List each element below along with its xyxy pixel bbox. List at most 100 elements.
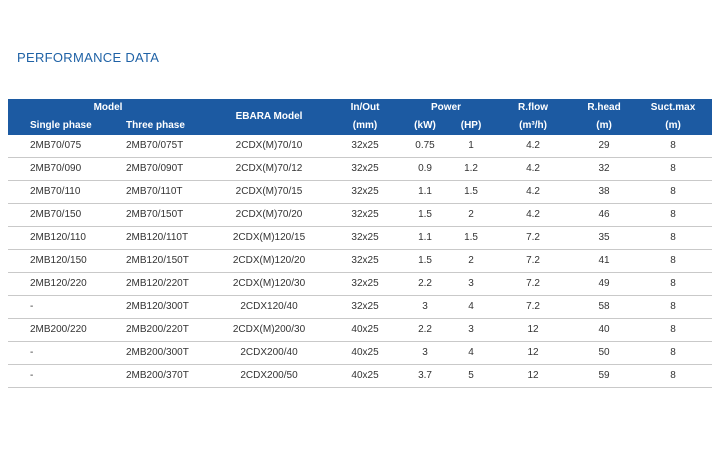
rflow-cell: 4.2: [492, 180, 575, 204]
in-out-cell: 40x25: [330, 318, 401, 342]
rflow-cell: 12: [492, 341, 575, 365]
suct-max-cell: 8: [634, 157, 713, 181]
suct-max-cell: 8: [634, 226, 713, 250]
power-hp-cell: 1.2: [450, 157, 493, 181]
header-rhead: R.head: [574, 99, 635, 117]
header-ebara-model: EBARA Model: [208, 99, 331, 135]
power-kw-cell: 3.7: [400, 364, 451, 388]
power-kw-cell: 0.9: [400, 157, 451, 181]
in-out-cell: 32x25: [330, 157, 401, 181]
ebara-model-cell: 2CDX(M)200/30: [208, 318, 331, 342]
rflow-cell: 12: [492, 318, 575, 342]
rhead-cell: 49: [574, 272, 635, 296]
single-phase-cell: 2MB120/220: [8, 272, 106, 296]
power-kw-cell: 3: [400, 341, 451, 365]
three-phase-cell: 2MB70/090T: [106, 157, 209, 181]
table-row: -2MB200/370T 2CDX200/50 40x25 3.7 5 12 59 8: [8, 364, 713, 388]
ebara-model-cell: 2CDX(M)70/15: [208, 180, 331, 204]
ebara-model-cell: 2CDX200/40: [208, 341, 331, 365]
suct-max-cell: 8: [634, 135, 713, 158]
three-phase-cell: 2MB200/300T: [106, 341, 209, 365]
power-kw-cell: 1.5: [400, 203, 451, 227]
suct-max-cell: 8: [634, 318, 713, 342]
rflow-cell: 12: [492, 364, 575, 388]
table-row: -2MB120/300T 2CDX120/40 32x25 3 4 7.2 58 8: [8, 295, 713, 319]
header-rhead-unit: (m): [574, 117, 635, 135]
page-title: PERFORMANCE DATA: [17, 50, 160, 65]
power-kw-cell: 1.1: [400, 226, 451, 250]
single-phase-cell: 2MB70/090: [8, 157, 106, 181]
ebara-model-cell: 2CDX(M)70/12: [208, 157, 331, 181]
rflow-cell: 4.2: [492, 203, 575, 227]
header-suct-max: Suct.max: [634, 99, 713, 117]
three-phase-cell: 2MB120/300T: [106, 295, 209, 319]
power-kw-cell: 1.5: [400, 249, 451, 273]
table-row: 2MB120/150 2MB120/150T 2CDX(M)120/20 32x25 1…: [8, 249, 713, 273]
table-row: 2MB120/110 2MB120/110T 2CDX(M)120/15 32x25 1…: [8, 226, 713, 250]
rhead-cell: 40: [574, 318, 635, 342]
table-row: 2MB120/220 2MB120/220T 2CDX(M)120/30 32x25 2…: [8, 272, 713, 296]
rflow-cell: 7.2: [492, 295, 575, 319]
performance-table: Model EBARA Model In/Out Power R.flow R.…: [8, 99, 713, 388]
power-hp-cell: 1: [450, 135, 493, 158]
ebara-model-cell: 2CDX(M)70/20: [208, 203, 331, 227]
single-phase-cell: 2MB120/110: [8, 226, 106, 250]
rhead-cell: 35: [574, 226, 635, 250]
table-row: 2MB200/220 2MB200/220T 2CDX(M)200/30 40x25 2…: [8, 318, 713, 342]
single-phase-cell: -: [8, 295, 106, 319]
power-hp-cell: 4: [450, 341, 493, 365]
ebara-model-cell: 2CDX200/50: [208, 364, 331, 388]
header-model: Model: [8, 99, 209, 117]
table-row: 2MB70/150 2MB70/150T 2CDX(M)70/20 32x25 1.5 2…: [8, 203, 713, 227]
in-out-cell: 32x25: [330, 295, 401, 319]
single-phase-cell: -: [8, 364, 106, 388]
three-phase-cell: 2MB70/150T: [106, 203, 209, 227]
power-hp-cell: 1.5: [450, 180, 493, 204]
power-kw-cell: 2.2: [400, 318, 451, 342]
in-out-cell: 40x25: [330, 364, 401, 388]
table-body: 2MB70/075 2MB70/075T 2CDX(M)70/10 32x25 0.75…: [8, 135, 713, 388]
header-power-kw: (kW): [400, 117, 451, 135]
three-phase-cell: 2MB70/110T: [106, 180, 209, 204]
power-kw-cell: 2.2: [400, 272, 451, 296]
suct-max-cell: 8: [634, 272, 713, 296]
rhead-cell: 46: [574, 203, 635, 227]
ebara-model-cell: 2CDX(M)120/30: [208, 272, 331, 296]
rhead-cell: 41: [574, 249, 635, 273]
rflow-cell: 7.2: [492, 249, 575, 273]
in-out-cell: 32x25: [330, 203, 401, 227]
table-row: -2MB200/300T 2CDX200/40 40x25 3 4 12 50 8: [8, 341, 713, 365]
table-row: 2MB70/110 2MB70/110T 2CDX(M)70/15 32x25 1.1 1…: [8, 180, 713, 204]
three-phase-cell: 2MB120/150T: [106, 249, 209, 273]
power-kw-cell: 0.75: [400, 135, 451, 158]
rflow-cell: 4.2: [492, 135, 575, 158]
table-header: Model EBARA Model In/Out Power R.flow R.…: [8, 99, 713, 135]
power-hp-cell: 4: [450, 295, 493, 319]
header-in-out-unit: (mm): [330, 117, 401, 135]
ebara-model-cell: 2CDX(M)120/20: [208, 249, 331, 273]
power-hp-cell: 3: [450, 318, 493, 342]
in-out-cell: 32x25: [330, 226, 401, 250]
three-phase-cell: 2MB200/370T: [106, 364, 209, 388]
single-phase-cell: 2MB70/110: [8, 180, 106, 204]
power-kw-cell: 1.1: [400, 180, 451, 204]
suct-max-cell: 8: [634, 341, 713, 365]
single-phase-cell: 2MB70/150: [8, 203, 106, 227]
rflow-cell: 7.2: [492, 226, 575, 250]
power-hp-cell: 5: [450, 364, 493, 388]
three-phase-cell: 2MB120/220T: [106, 272, 209, 296]
header-rflow-unit: (m³/h): [492, 117, 575, 135]
power-hp-cell: 2: [450, 249, 493, 273]
rhead-cell: 58: [574, 295, 635, 319]
power-kw-cell: 3: [400, 295, 451, 319]
suct-max-cell: 8: [634, 364, 713, 388]
header-three-phase: Three phase: [106, 117, 209, 135]
single-phase-cell: -: [8, 341, 106, 365]
header-rflow: R.flow: [492, 99, 575, 117]
in-out-cell: 40x25: [330, 341, 401, 365]
header-power-hp: (HP): [450, 117, 493, 135]
rhead-cell: 38: [574, 180, 635, 204]
suct-max-cell: 8: [634, 203, 713, 227]
ebara-model-cell: 2CDX(M)70/10: [208, 135, 331, 158]
in-out-cell: 32x25: [330, 249, 401, 273]
